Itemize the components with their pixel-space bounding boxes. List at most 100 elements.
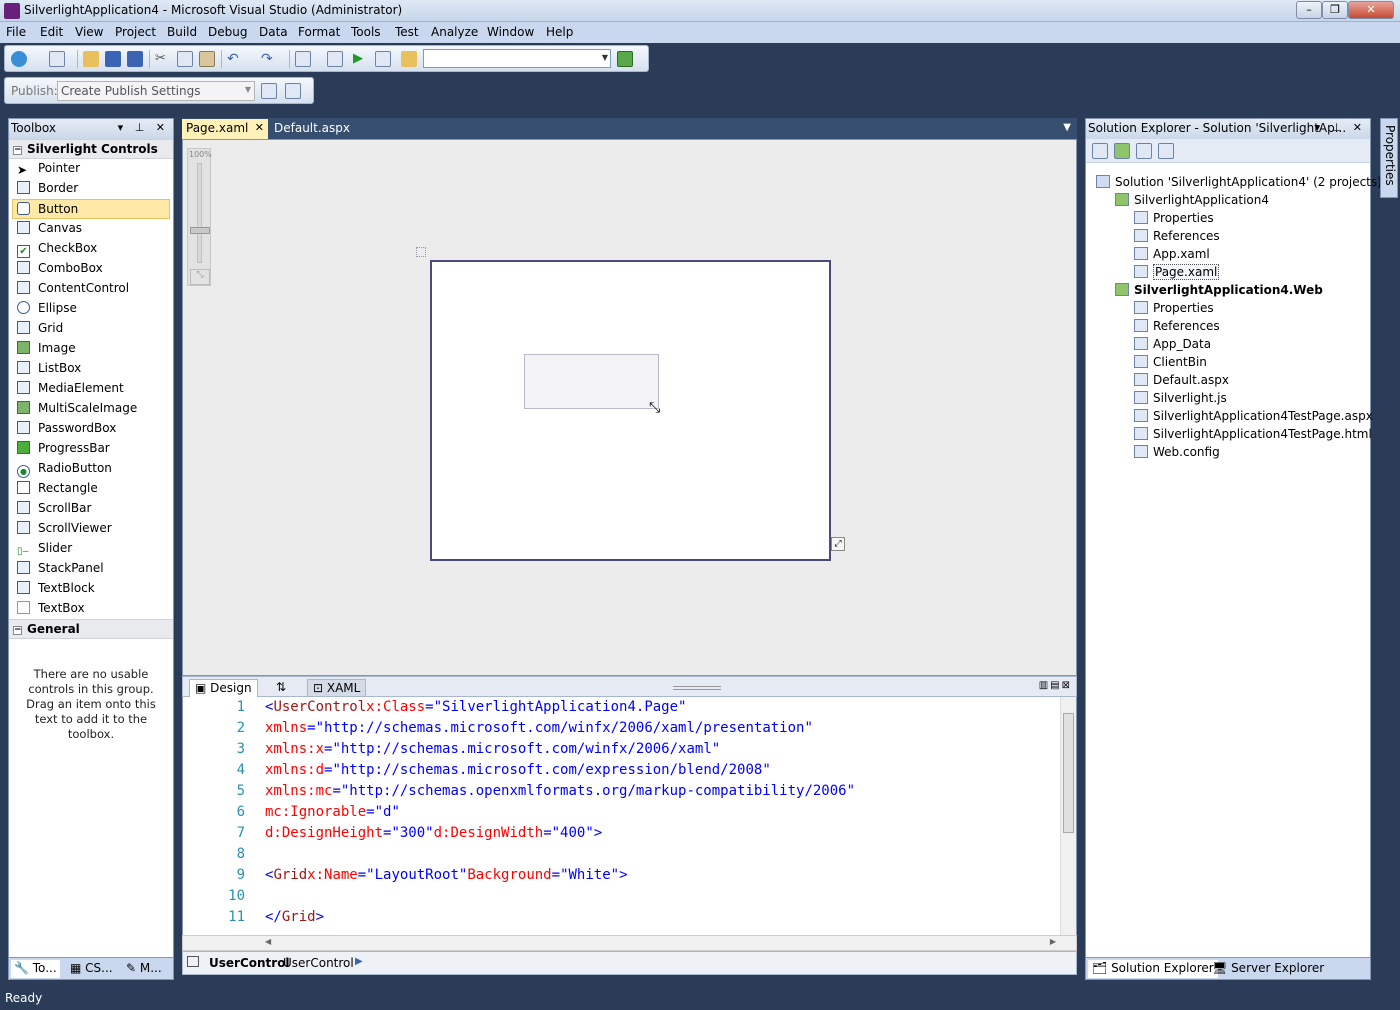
menu-format[interactable]: Format [298,25,340,39]
scroll-left-icon[interactable]: ◀ [265,937,271,946]
menu-project[interactable]: Project [115,25,156,39]
tool-radiobutton[interactable]: ● RadioButton [9,459,173,479]
group-silverlight-controls[interactable]: − Silverlight Controls [9,139,173,159]
tool-canvas[interactable]: Canvas [9,219,173,239]
save-all-icon[interactable] [127,51,143,67]
fit-to-window-icon[interactable]: ⤡ [190,269,210,285]
tool-checkbox[interactable]: ✔ CheckBox [9,239,173,259]
toolbox-toggle-icon[interactable] [617,51,633,67]
tree-item[interactable]: SilverlightApplication4 [1115,193,1269,211]
tool-ellipse[interactable]: Ellipse [9,299,173,319]
navigate-backward-icon[interactable] [295,51,311,67]
tool-button[interactable]: Button [12,199,170,219]
tree-item[interactable]: References [1134,319,1220,337]
tool-pointer[interactable]: ➤ Pointer [9,159,173,179]
horizontal-scrollbar[interactable]: ◀ ▶ [182,935,1077,951]
zoom-thumb[interactable] [190,227,210,234]
tool-grid[interactable]: Grid [9,319,173,339]
artboard[interactable] [430,260,831,561]
tab-xaml[interactable]: ⊡ XAML [307,679,367,697]
tree-item[interactable]: Silverlight.js [1134,391,1227,409]
menu-help[interactable]: Help [546,25,573,39]
collapse-icon[interactable]: − [13,626,22,635]
properties-icon[interactable] [1092,143,1108,159]
maximize-button[interactable]: ❐ [1322,1,1348,19]
breadcrumb-element[interactable]: UserControl [209,956,290,970]
tool-textblock[interactable]: TextBlock [9,579,173,599]
tree-item[interactable]: References [1134,229,1220,247]
copy-icon[interactable] [177,51,193,67]
scrollbar-thumb[interactable] [1063,713,1074,833]
close-button[interactable]: ✕ [1348,1,1394,19]
view-designer-icon[interactable] [1158,143,1174,159]
redo-icon[interactable]: ↷ [261,51,277,67]
tool-stackpanel[interactable]: StackPanel [9,559,173,579]
menu-window[interactable]: Window [487,25,534,39]
menu-file[interactable]: File [6,25,26,39]
tree-item[interactable]: App.xaml [1134,247,1210,265]
minimize-button[interactable]: – [1296,1,1322,19]
close-tab-icon[interactable]: ✕ [255,121,264,134]
add-item-icon[interactable] [49,51,65,67]
root-anchor-handle[interactable] [416,247,426,257]
xaml-code-editor[interactable]: 1 <UserControl x:Class="SilverlightApplic… [182,697,1077,935]
zoom-track[interactable] [197,163,202,263]
solution-configurations-icon[interactable] [401,51,417,67]
scroll-right-icon[interactable]: ▶ [1050,937,1056,946]
paste-icon[interactable] [199,51,215,67]
tree-item[interactable]: Properties [1134,301,1214,319]
tool-scrollviewer[interactable]: ScrollViewer [9,519,173,539]
tree-item[interactable]: Web.config [1134,445,1220,463]
publish-settings-combo[interactable]: Create Publish Settings ▼ [57,81,255,101]
undo-icon[interactable]: ↶ [227,51,243,67]
refresh-icon[interactable] [1114,143,1130,159]
start-debugging-icon[interactable]: ▶ [353,51,369,67]
tool-rectangle[interactable]: Rectangle [9,479,173,499]
solution-platform-combo[interactable]: ▼ [423,49,611,68]
tool-listbox[interactable]: ListBox [9,359,173,379]
swap-panes-button[interactable]: ⇅ [271,679,291,697]
menu-view[interactable]: View [75,25,103,39]
tab-server-explorer[interactable]: 🖥 Server Explorer [1208,960,1328,978]
collapse-icon[interactable]: − [13,146,22,155]
tree-item[interactable]: Page.xaml [1134,264,1220,283]
tab-class-view[interactable]: ▦ CS... [67,960,116,978]
new-project-icon[interactable] [11,51,27,67]
split-layout-controls[interactable]: ▥▤⊠ [1039,680,1072,691]
menu-test[interactable]: Test [395,25,419,39]
tool-textbox[interactable]: TextBox [9,599,173,619]
tab-model[interactable]: ✎ M... [123,960,165,978]
document-list-dropdown-icon[interactable]: ▼ [1063,122,1071,133]
menu-build[interactable]: Build [167,25,197,39]
tool-multiscaleimage[interactable]: MultiScaleImage [9,399,173,419]
vertical-scrollbar[interactable] [1060,697,1076,935]
tool-passwordbox[interactable]: PasswordBox [9,419,173,439]
tab-page-xaml[interactable]: Page.xaml ✕ [182,119,268,139]
cut-icon[interactable]: ✂ [155,51,171,67]
tree-item[interactable]: App_Data [1134,337,1211,355]
tab-toolbox[interactable]: 🔧 To... [11,960,60,978]
breadcrumb-next-icon[interactable]: ▶ [355,956,363,967]
find-in-files-icon[interactable] [375,51,391,67]
panel-controls[interactable]: ▾ ⊥ ✕ [1315,121,1366,134]
panel-controls[interactable]: ▾ ⊥ ✕ [118,121,169,134]
publish-settings-icon[interactable] [285,83,301,99]
tool-mediaelement[interactable]: MediaElement [9,379,173,399]
menu-tools[interactable]: Tools [351,25,381,39]
tab-solution-explorer[interactable]: 🗂 Solution Explorer [1088,960,1218,978]
tab-default-aspx[interactable]: Default.aspx [270,119,354,139]
publish-web-icon[interactable] [261,83,277,99]
document-outline-icon[interactable] [187,956,199,967]
menu-analyze[interactable]: Analyze [431,25,478,39]
tab-design[interactable]: ▣ Design [189,679,258,697]
design-button-preview[interactable] [524,354,659,409]
tool-combobox[interactable]: ComboBox [9,259,173,279]
menu-edit[interactable]: Edit [40,25,63,39]
tool-contentcontrol[interactable]: ContentControl [9,279,173,299]
zoom-slider[interactable]: 100% ⤡ [187,148,212,286]
tool-progressbar[interactable]: ProgressBar [9,439,173,459]
menu-data[interactable]: Data [259,25,288,39]
navigate-forward-icon[interactable] [327,51,343,67]
tree-item[interactable]: SilverlightApplication4TestPage.html [1134,427,1372,445]
tree-item[interactable]: ClientBin [1134,355,1207,373]
